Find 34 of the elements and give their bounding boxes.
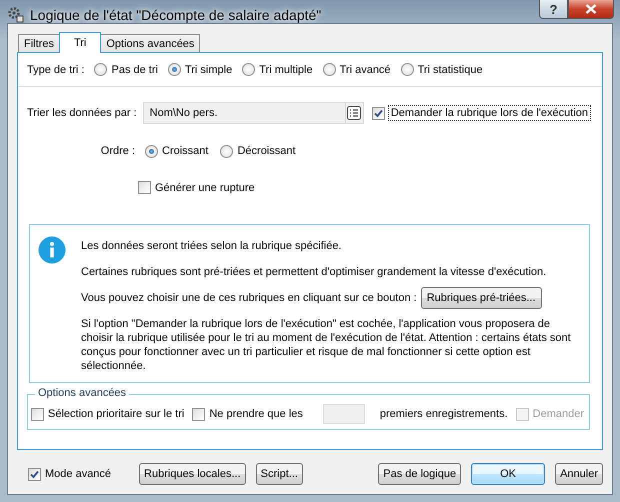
checkbox-label: Mode avancé bbox=[45, 468, 112, 480]
checkbox-label: Demander bbox=[532, 408, 584, 420]
radio-label: Tri avancé bbox=[340, 64, 391, 76]
tab[interactable]: Filtres bbox=[18, 34, 60, 52]
radio-label: Décroissant bbox=[237, 145, 296, 157]
radio-label: Croissant bbox=[162, 145, 208, 157]
checkbox-label: Générer une rupture bbox=[155, 182, 255, 194]
checkbox-label: Sélection prioritaire sur le tri bbox=[48, 408, 184, 420]
sort-field-input[interactable]: Nom\No pers. bbox=[142, 102, 346, 124]
info-text: Si l'option "Demander la rubrique lors de l'exécution" est cochée, l'application vous proposera de choisir la rubrique utilisée pour le tri au moment de l'exécution de l'état. Attention : certains états sont conçus pour fonctionner avec un tri particulier et risque de mal fonctionner si cette option est sélectionnée. bbox=[81, 317, 572, 373]
radio-label: Tri statistique bbox=[418, 64, 483, 76]
dialog-button[interactable]: Annuler bbox=[555, 463, 603, 485]
radio-label: Pas de tri bbox=[111, 64, 158, 76]
window-title: Logique de l'état "Décompte de salaire adapté" bbox=[30, 7, 322, 23]
tab[interactable]: Options avancées bbox=[100, 34, 200, 52]
tab[interactable]: Tri bbox=[58, 32, 102, 53]
radio-label: Tri simple bbox=[184, 64, 232, 76]
help-button[interactable]: ? bbox=[539, 0, 568, 19]
dialog-button[interactable]: OK bbox=[471, 463, 546, 485]
sort-by-label: Trier les données par : bbox=[27, 107, 137, 119]
checkbox-label: Ne prendre que les bbox=[209, 408, 303, 420]
dialog-button[interactable]: Pas de logique bbox=[378, 463, 462, 485]
checkbox-label: Demander la rubrique lors de l'exécution bbox=[388, 106, 590, 120]
dialog-button[interactable]: Script... bbox=[256, 463, 303, 485]
order-label: Ordre : bbox=[100, 145, 135, 157]
info-text: Certaines rubriques sont pré-triées et permettent d'optimiser grandement la vitesse d'exécution. bbox=[81, 265, 548, 279]
info-text: Les données seront triées selon la rubrique spécifiée. bbox=[81, 239, 342, 253]
dialog-button[interactable]: Rubriques locales... bbox=[139, 463, 246, 485]
pre-sorted-button[interactable]: Rubriques pré-triées... bbox=[420, 287, 542, 309]
radio-label: Tri multiple bbox=[259, 64, 313, 76]
limit-suffix: premiers enregistrements. bbox=[380, 408, 508, 420]
info-text: Vous pouvez choisir une de ces rubriques en cliquant sur ce bouton : bbox=[81, 292, 417, 304]
group-title: Options avancées bbox=[35, 387, 130, 399]
sort-type-label: Type de tri : bbox=[27, 64, 84, 76]
